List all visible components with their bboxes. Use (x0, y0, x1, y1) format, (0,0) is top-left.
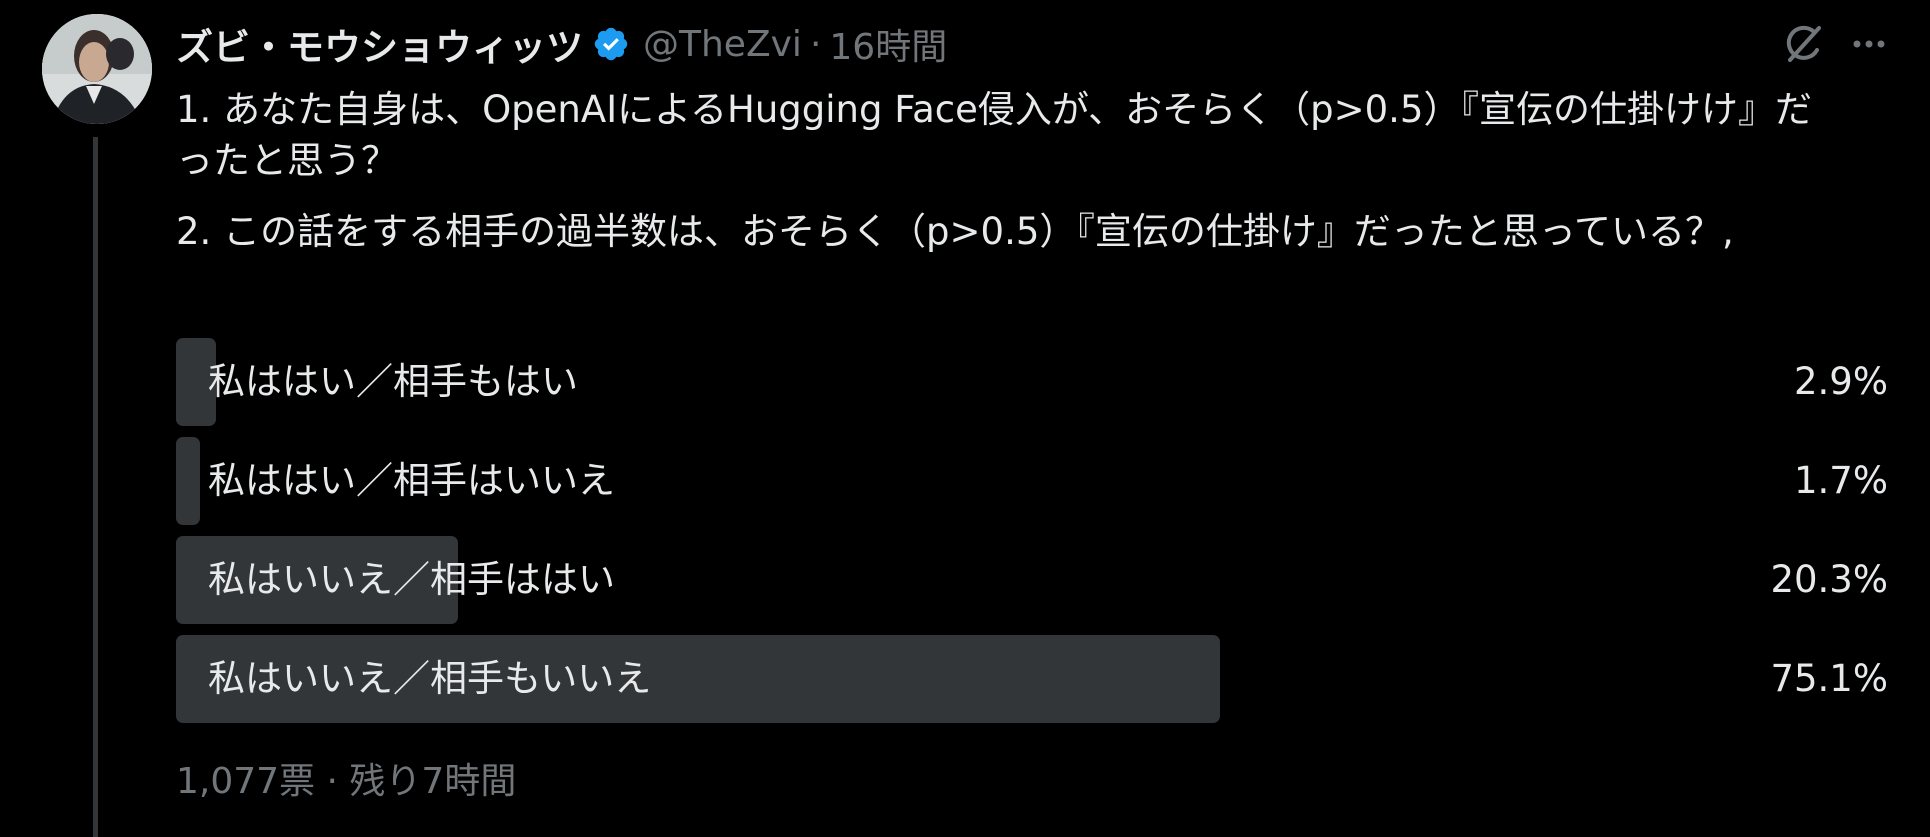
header-actions (1781, 22, 1891, 66)
poll-vote-count: 1,077票 (176, 761, 316, 802)
user-avatar[interactable] (42, 14, 152, 124)
avatar-image (42, 14, 152, 124)
user-handle[interactable]: @TheZvi (643, 24, 802, 65)
tweet-header: ズビ・モウショウィッツ @TheZvi · 16時間 (176, 16, 947, 72)
poll-time-remaining: 残り7時間 (349, 761, 517, 802)
tweet-paragraph-2: 2. この話をする相手の過半数は、おそらく（p>0.5）『宣伝の仕掛け』だったと… (176, 210, 1734, 253)
tweet-text: 1. あなた自身は、OpenAIによるHugging Face侵入が、おそらく（… (176, 84, 1856, 277)
poll-option-percent: 75.1% (1770, 657, 1888, 700)
poll-option-percent: 2.9% (1794, 360, 1888, 403)
separator-dot: · (326, 761, 338, 802)
poll-option: 私はいいえ／相手もいいえ 75.1% (176, 635, 1896, 723)
poll-option: 私ははい／相手はいいえ 1.7% (176, 437, 1896, 525)
display-name[interactable]: ズビ・モウショウィッツ (176, 17, 583, 71)
grok-icon[interactable] (1781, 22, 1825, 66)
poll-option: 私はいいえ／相手ははい 20.3% (176, 536, 1896, 624)
poll-option-label: 私ははい／相手はいいえ (208, 459, 615, 502)
poll-option-percent: 20.3% (1770, 558, 1888, 601)
verified-badge-icon (592, 25, 630, 63)
poll-option: 私ははい／相手もはい 2.9% (176, 338, 1896, 426)
poll-option-label: 私はいいえ／相手ははい (208, 558, 615, 601)
poll-footer: 1,077票 · 残り7時間 (176, 752, 516, 804)
poll: 私ははい／相手もはい 2.9% 私ははい／相手はいいえ 1.7% 私はいいえ／相… (176, 338, 1896, 734)
timestamp[interactable]: 16時間 (829, 18, 947, 70)
thread-line (93, 137, 98, 837)
poll-option-percent: 1.7% (1794, 459, 1888, 502)
poll-option-label: 私はいいえ／相手もいいえ (208, 657, 652, 700)
more-options-icon[interactable] (1847, 22, 1891, 66)
poll-option-bar (176, 437, 200, 525)
separator-dot: · (809, 23, 822, 65)
poll-option-label: 私ははい／相手もはい (208, 360, 578, 403)
tweet-paragraph-1: 1. あなた自身は、OpenAIによるHugging Face侵入が、おそらく（… (176, 88, 1812, 182)
